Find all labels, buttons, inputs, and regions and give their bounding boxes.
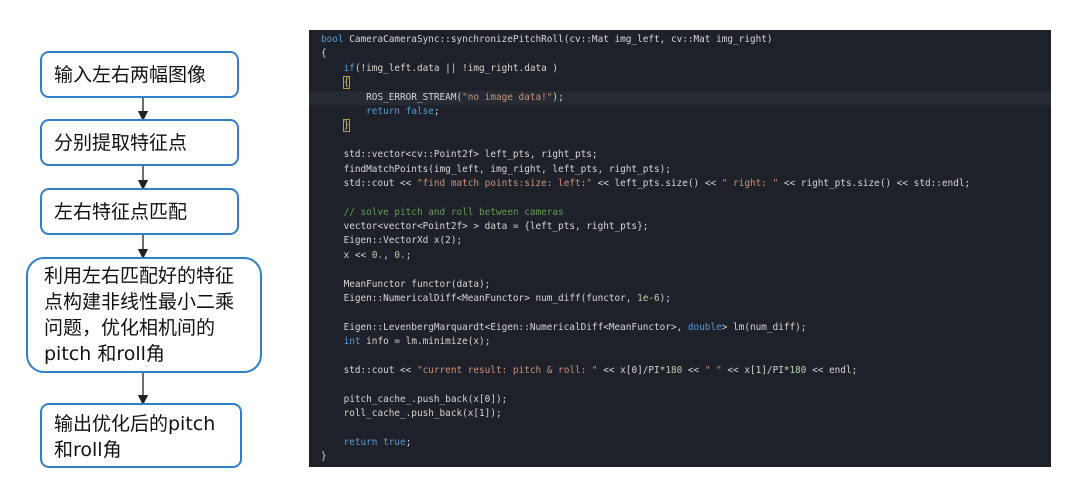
code-block: bool CameraCameraSync::synchronizePitchR… (309, 30, 1051, 465)
code-line: x << 0., 0.; (321, 249, 412, 261)
code-line: return true; (343, 436, 412, 448)
flow-step-extract-features: 分别提取特征点 (40, 119, 239, 166)
code-line: } (321, 451, 327, 463)
code-line: std::cout << "find match points:size: le… (321, 177, 971, 189)
step-label: 输入左右两幅图像 (54, 63, 207, 86)
code-line: Eigen::LevenbergMarquardt<Eigen::Numeric… (321, 321, 807, 333)
code-line: MeanFunctor functor(data); (321, 278, 491, 290)
code-line: roll_cache_.push_back(x[1]); (321, 408, 502, 420)
step-label: 利用左右匹配好的特征 点构建非线性最小二乘 问题，优化相机间的 pitch 和r… (44, 265, 235, 365)
flow-step-input-images: 输入左右两幅图像 (40, 51, 239, 98)
code-line: { (321, 48, 327, 60)
code-line: { (342, 76, 351, 90)
flow-step-match-features: 左右特征点匹配 (40, 188, 239, 235)
step-label: 输出优化后的pitch 和roll角 (54, 412, 216, 461)
code-panel: bool CameraCameraSync::synchronizePitchR… (309, 30, 1051, 467)
code-line: std::vector<cv::Point2f> left_pts, right… (321, 149, 598, 161)
code-line: bool CameraCameraSync::synchronizePitchR… (321, 34, 773, 45)
step-label: 左右特征点匹配 (54, 200, 188, 223)
code-line: Eigen::VectorXd x(2); (321, 235, 463, 247)
code-line: pitch_cache_.push_back(x[0]); (321, 393, 508, 405)
code-line: int info = lm.minimize(x); (343, 336, 491, 348)
code-line: std::cout << "current result: pitch & ro… (321, 364, 858, 376)
flow-step-output: 输出优化后的pitch 和roll角 (40, 403, 242, 468)
flowchart: 输入左右两幅图像 分别提取特征点 左右特征点匹配 利用左右匹配好的特征 点构建非… (0, 0, 290, 500)
step-label: 分别提取特征点 (54, 131, 188, 154)
code-line: // solve pitch and roll between cameras (343, 206, 564, 218)
code-line: if(!img_left.data || !img_right.data ) (343, 62, 559, 74)
code-line: } (342, 119, 351, 133)
code-line: return false; (366, 105, 440, 117)
flow-step-optimize: 利用左右匹配好的特征 点构建非线性最小二乘 问题，优化相机间的 pitch 和r… (26, 257, 262, 373)
code-line: vector<vector<Point2f> > data = {left_pt… (321, 221, 649, 233)
code-line: Eigen::NumericalDiff<MeanFunctor> num_di… (321, 293, 671, 305)
code-line: findMatchPoints(img_left, img_right, lef… (321, 163, 671, 175)
code-line: ROS_ERROR_STREAM("no image data!"); (309, 90, 1051, 105)
